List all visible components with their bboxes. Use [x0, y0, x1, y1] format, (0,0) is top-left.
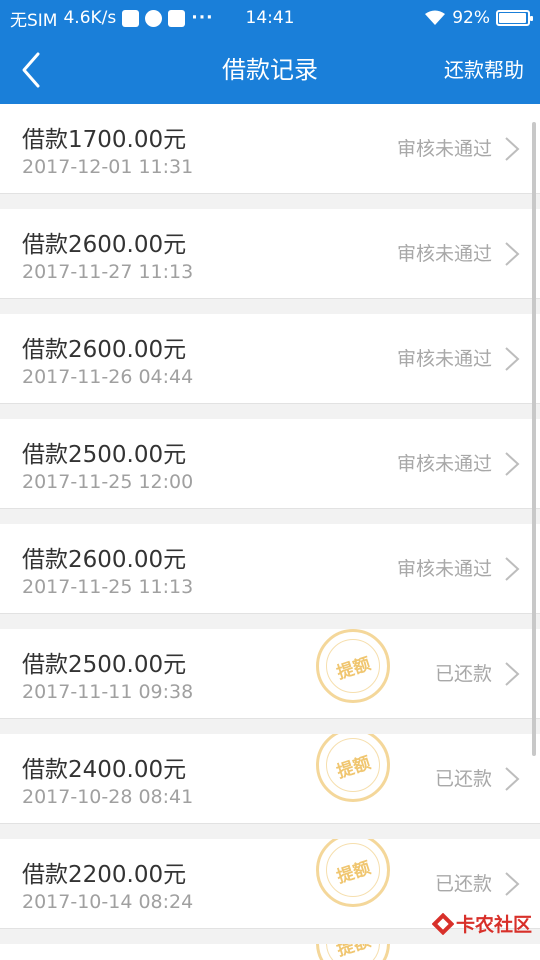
loan-amount: 借款1700.00元 — [22, 127, 187, 153]
loan-date: 2017-11-25 11:13 — [22, 576, 194, 598]
loan-status: 已还款 — [434, 663, 492, 685]
more-notifications-icon: ··· — [191, 8, 214, 28]
loan-record-item[interactable]: 借款2400.00元 2017-10-28 08:41 提额已还款 — [0, 734, 540, 824]
loan-status: 审核未通过 — [396, 243, 492, 265]
loan-status: 审核未通过 — [396, 348, 492, 370]
loan-status: 审核未通过 — [396, 558, 492, 580]
chevron-right-icon — [505, 557, 520, 581]
loan-record-item[interactable]: 借款2600.00元 2017-11-26 04:44 审核未通过 — [0, 314, 540, 404]
carrier-label: 无SIM — [10, 10, 58, 31]
wifi-icon — [425, 10, 446, 25]
credit-increase-stamp: 提额 — [316, 629, 390, 703]
scrollbar[interactable] — [532, 122, 536, 756]
credit-increase-stamp: 提额 — [316, 734, 390, 802]
check-notification-icon — [145, 9, 163, 27]
loan-date: 2017-11-26 04:44 — [22, 366, 194, 388]
loan-date: 2017-10-14 08:24 — [22, 891, 194, 913]
repayment-help-link[interactable]: 还款帮助 — [444, 36, 524, 104]
loan-date: 2017-11-27 11:13 — [22, 261, 194, 283]
loan-status: 审核未通过 — [396, 453, 492, 475]
loan-amount: 借款2200.00元 — [22, 862, 187, 888]
loan-record-item[interactable]: 借款2600.00元 2017-11-27 11:13 审核未通过 — [0, 209, 540, 299]
loan-status: 已还款 — [434, 768, 492, 790]
watermark-logo-icon — [431, 912, 454, 935]
nav-bar: 借款记录 还款帮助 — [0, 36, 540, 104]
loan-amount: 借款2400.00元 — [22, 757, 187, 783]
loan-record-item[interactable]: 借款2500.00元 2017-11-11 09:38 提额 已还款 — [0, 629, 540, 719]
chevron-right-icon — [505, 872, 520, 896]
partial-list-item[interactable]: 提额 — [0, 944, 540, 960]
chevron-right-icon — [505, 137, 520, 161]
battery-percent: 92% — [452, 8, 490, 28]
status-right: 92% — [424, 8, 533, 28]
credit-increase-stamp: 提额 — [316, 839, 390, 907]
network-speed: 4.6K/s — [63, 8, 117, 28]
chevron-right-icon — [505, 662, 520, 686]
battery-icon — [496, 10, 533, 26]
gallery-notification-icon — [122, 9, 140, 27]
loan-date: 2017-12-01 11:31 — [22, 156, 194, 178]
loan-amount: 借款2600.00元 — [22, 337, 187, 363]
loan-date: 2017-10-28 08:41 — [22, 786, 194, 808]
loan-record-item[interactable]: 借款1700.00元 2017-12-01 11:31 审核未通过 — [0, 104, 540, 194]
chevron-right-icon — [505, 242, 520, 266]
loan-amount: 借款2500.00元 — [22, 652, 187, 678]
credit-increase-stamp: 提额 — [316, 944, 390, 960]
loan-record-item[interactable]: 借款2600.00元 2017-11-25 11:13 审核未通过 — [0, 524, 540, 614]
loan-amount: 借款2500.00元 — [22, 442, 187, 468]
loan-record-list: 借款1700.00元 2017-12-01 11:31 审核未通过 借款2600.00… — [0, 104, 540, 944]
loan-date: 2017-11-25 12:00 — [22, 471, 194, 493]
loan-amount: 借款2600.00元 — [22, 547, 187, 573]
loan-amount: 借款2600.00元 — [22, 232, 187, 258]
chevron-right-icon — [505, 767, 520, 791]
chevron-right-icon — [505, 452, 520, 476]
chevron-right-icon — [505, 347, 520, 371]
app-notification-icon — [168, 9, 186, 27]
loan-record-item[interactable]: 借款2500.00元 2017-11-25 12:00 审核未通过 — [0, 419, 540, 509]
watermark: 卡农社区 — [431, 910, 532, 937]
watermark-text: 卡农社区 — [455, 914, 532, 936]
loan-date: 2017-11-11 09:38 — [22, 681, 194, 703]
loan-status: 审核未通过 — [396, 138, 492, 160]
status-bar: 无SIM 4.6K/s ··· 14:41 92% — [0, 0, 540, 36]
status-left: 无SIM 4.6K/s ··· — [10, 6, 214, 31]
